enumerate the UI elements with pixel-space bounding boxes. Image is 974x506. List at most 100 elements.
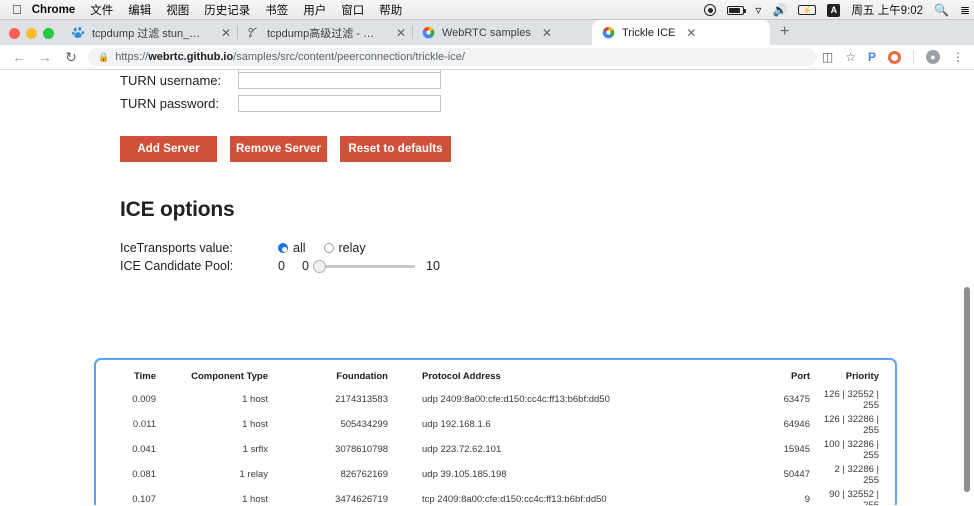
column-header-component: Component Type	[191, 371, 268, 382]
close-icon[interactable]: ✕	[221, 26, 231, 40]
volume-icon[interactable]: 🔊	[772, 4, 787, 16]
back-button[interactable]: ←	[6, 49, 32, 65]
remove-server-button[interactable]: Remove Server	[230, 136, 327, 162]
ice-candidate-pool-row: ICE Candidate Pool: 0 0 10	[120, 258, 974, 274]
pocket-extension-icon[interactable]: P	[868, 50, 876, 64]
extension-icon[interactable]	[888, 50, 901, 64]
close-icon[interactable]: ✕	[686, 26, 696, 40]
cell-port: 64946	[783, 419, 810, 430]
menubar-clock[interactable]: 周五 上午9:02	[851, 2, 923, 18]
close-icon[interactable]: ✕	[396, 26, 406, 40]
new-tab-button[interactable]: +	[770, 23, 799, 45]
add-server-button[interactable]: Add Server	[120, 136, 217, 162]
tab-title: Trickle ICE	[622, 26, 676, 39]
os-menu-bar:  Chrome 文件 编辑 视图 历史记录 书签 用户 窗口 帮助 ▿ 🔊 ⚡…	[0, 0, 974, 20]
column-header-priority: Priority	[845, 371, 879, 382]
cell-port: 63475	[783, 394, 810, 405]
server-button-row: Add Server Remove Server Reset to defaul…	[120, 136, 974, 162]
turn-uri-field-clipped[interactable]	[238, 70, 441, 73]
radio-option-relay[interactable]: relay	[323, 241, 366, 255]
radio-relay-label: relay	[338, 241, 366, 255]
turn-username-row: TURN username:	[120, 70, 974, 91]
browser-toolbar: ← → ↻ 🔒 https://webrtc.github.io/samples…	[0, 45, 974, 70]
window-close-button[interactable]	[9, 28, 20, 39]
kebab-menu-icon[interactable]: ⋮	[952, 50, 964, 64]
input-source-icon[interactable]: A	[827, 3, 841, 17]
pool-slider[interactable]	[313, 259, 415, 273]
cell-foundation: 826762169	[340, 469, 388, 480]
table-header-row: Time Component Type Foundation Protocol …	[96, 371, 895, 387]
candidate-results-box: Time Component Type Foundation Protocol …	[94, 358, 897, 505]
cell-component: 1 srflx	[242, 444, 268, 455]
cell-priority: 126 | 32286 | 255	[823, 413, 879, 436]
record-icon[interactable]	[704, 4, 717, 16]
pool-max-value: 10	[426, 259, 440, 273]
charging-icon[interactable]: ⚡	[798, 5, 817, 15]
cell-port: 9	[804, 494, 810, 505]
baidu-icon	[72, 27, 84, 38]
cell-protocol-address: tcp 2409:8a00:cfe:d150:cc4c:ff13:b6bf:dd…	[422, 494, 607, 505]
reload-button[interactable]: ↻	[58, 49, 84, 66]
table-row: 0.011 1 host 505434299 udp 192.168.1.6 64946…	[96, 412, 895, 437]
tab-title: tcpdump高级过滤 - 九卷 - 博客	[267, 27, 385, 40]
menu-item-profiles[interactable]: 用户	[303, 2, 326, 18]
tab-title: tcpdump 过滤 stun_百度搜索	[92, 27, 210, 40]
cnblogs-icon	[248, 27, 257, 38]
wifi-icon[interactable]: ▿	[755, 4, 761, 16]
address-bar[interactable]: 🔒 https://webrtc.github.io/samples/src/c…	[88, 48, 816, 66]
cell-component: 1 host	[242, 394, 268, 405]
menu-item-chrome[interactable]: Chrome	[32, 4, 75, 16]
table-row: 0.041 1 srflx 3078610798 udp 223.72.62.101 1…	[96, 437, 895, 462]
radio-relay-icon[interactable]	[323, 243, 334, 253]
cell-port: 50447	[783, 469, 810, 480]
apple-logo-icon[interactable]: 	[12, 3, 22, 16]
lock-icon: 🔒	[98, 51, 110, 62]
table-row: 0.009 1 host 2174313583 udp 2409:8a00:cfe:d…	[96, 387, 895, 412]
ice-candidate-pool-label: ICE Candidate Pool:	[120, 259, 234, 273]
cast-icon[interactable]: ◫	[822, 50, 833, 64]
browser-tab-strip: tcpdump 过滤 stun_百度搜索 ✕ tcpdump高级过滤 - 九卷 …	[0, 20, 974, 45]
window-minimize-button[interactable]	[26, 28, 37, 39]
avatar-icon[interactable]: ●	[926, 50, 940, 64]
cell-foundation: 2174313583	[335, 394, 388, 405]
menu-item-history[interactable]: 历史记录	[204, 2, 250, 18]
turn-password-label: TURN password:	[120, 96, 219, 111]
column-header-protocol-address: Protocol Address	[422, 371, 501, 382]
tab-title: WebRTC samples	[442, 26, 531, 39]
menu-item-edit[interactable]: 编辑	[128, 2, 151, 18]
scrollbar-thumb[interactable]	[964, 287, 970, 492]
tab-trickle-ice[interactable]: Trickle ICE ✕	[592, 20, 770, 45]
tab-cnblogs[interactable]: tcpdump高级过滤 - 九卷 - 博客 ✕	[237, 20, 412, 45]
vertical-scrollbar[interactable]	[959, 70, 974, 505]
forward-button[interactable]: →	[32, 49, 58, 65]
tab-baidu-search[interactable]: tcpdump 过滤 stun_百度搜索 ✕	[62, 20, 237, 45]
radio-all-icon[interactable]	[278, 243, 288, 253]
radio-option-all[interactable]: all	[278, 241, 306, 255]
table-row: 0.081 1 relay 826762169 udp 39.105.185.198 5…	[96, 462, 895, 487]
cell-priority: 2 | 32286 | 255	[834, 463, 879, 486]
column-header-time: Time	[133, 371, 156, 382]
close-icon[interactable]: ✕	[542, 26, 552, 40]
column-header-foundation: Foundation	[336, 371, 388, 382]
slider-knob[interactable]	[313, 259, 326, 273]
webrtc-icon	[422, 26, 435, 39]
battery-icon[interactable]	[727, 5, 747, 15]
cell-protocol-address: udp 2409:8a00:cfe:d150:cc4c:ff13:b6bf:dd…	[422, 394, 610, 405]
window-zoom-button[interactable]	[43, 28, 54, 39]
control-center-icon[interactable]: ≣	[960, 4, 970, 16]
turn-password-input[interactable]	[238, 95, 441, 112]
search-icon[interactable]: 🔍	[934, 4, 949, 16]
window-controls	[0, 28, 62, 45]
star-icon[interactable]: ☆	[845, 50, 856, 64]
radio-all-label: all	[293, 241, 306, 255]
candidates-table-body: 0.009 1 host 2174313583 udp 2409:8a00:cfe:d…	[96, 387, 895, 506]
turn-username-input[interactable]	[238, 72, 441, 89]
menu-item-bookmarks[interactable]: 书签	[265, 2, 288, 18]
menu-item-help[interactable]: 帮助	[379, 2, 402, 18]
table-row: 0.107 1 host 3474626719 tcp 2409:8a00:cfe:d…	[96, 487, 895, 506]
tab-webrtc-samples[interactable]: WebRTC samples ✕	[412, 20, 592, 45]
menu-item-view[interactable]: 视图	[166, 2, 189, 18]
reset-to-defaults-button[interactable]: Reset to defaults	[340, 136, 451, 162]
menu-item-file[interactable]: 文件	[90, 2, 113, 18]
menu-item-window[interactable]: 窗口	[341, 2, 364, 18]
